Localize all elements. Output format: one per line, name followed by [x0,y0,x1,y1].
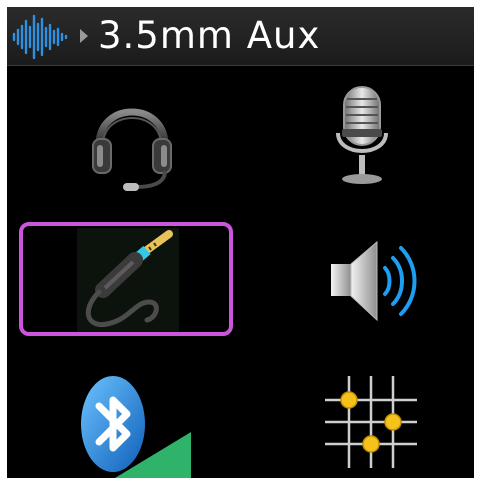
bluetooth-icon [81,376,191,478]
menu-item-equalizer[interactable] [251,362,469,478]
menu-item-aux[interactable] [19,222,237,338]
menu-item-headset[interactable] [19,77,237,193]
page-title: 3.5mm Aux [98,14,321,57]
chevron-right-icon [80,29,88,43]
device-screen: 3.5mm Aux [7,7,474,478]
menu-item-speaker[interactable] [251,222,469,338]
equalizer-grid-icon [325,376,417,468]
aux-cable-icon [77,228,179,332]
audio-wave-icon [12,14,68,60]
menu-item-microphone[interactable] [251,77,469,193]
microphone-icon [336,86,388,184]
header-bar: 3.5mm Aux [7,7,474,66]
headset-icon [92,108,172,191]
menu-item-bluetooth[interactable] [19,362,237,478]
speaker-icon [331,240,417,322]
